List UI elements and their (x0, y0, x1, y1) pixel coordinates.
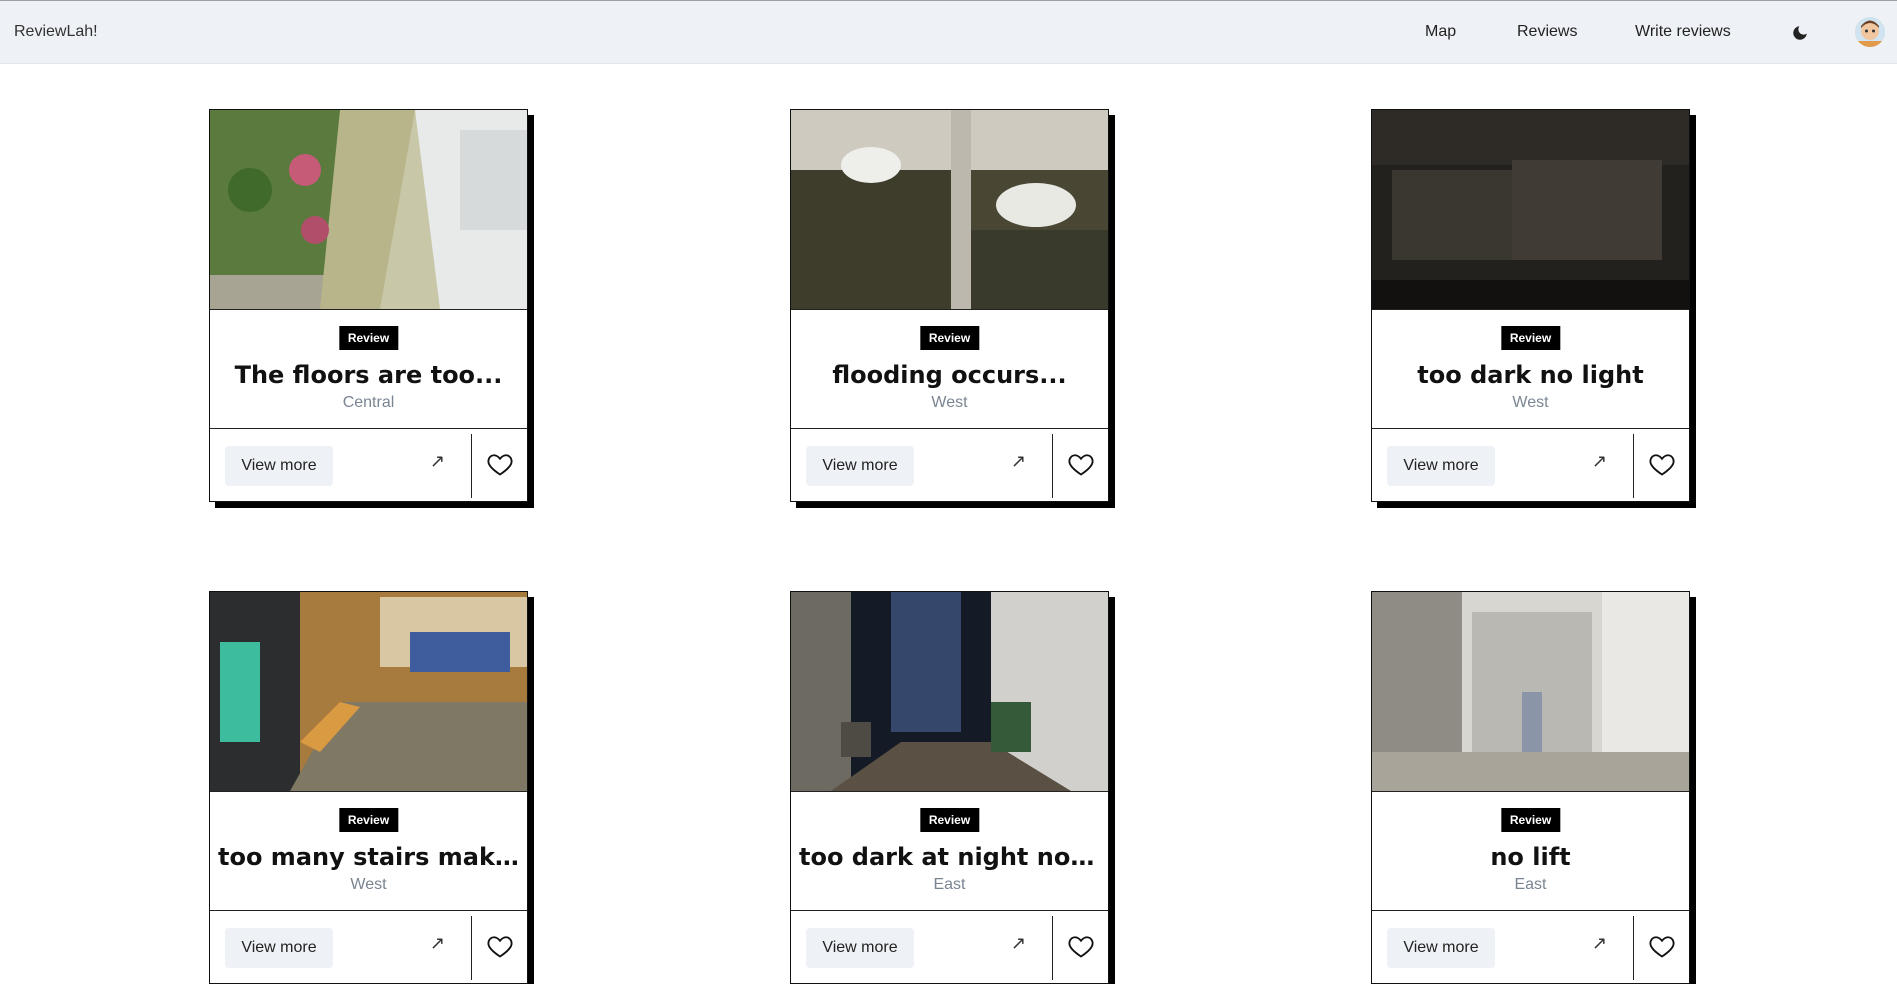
review-image (210, 592, 527, 792)
review-region: West (931, 394, 968, 411)
review-badge: Review (919, 808, 980, 832)
review-region: East (933, 876, 966, 893)
moon-icon[interactable] (1791, 24, 1809, 42)
divider (471, 916, 472, 980)
review-card[interactable]: Review too dark at night not... East Vie… (790, 591, 1109, 984)
view-more-button[interactable]: View more (1387, 446, 1495, 486)
review-card[interactable]: Review flooding occurs... West View more… (790, 109, 1109, 502)
view-more-button[interactable]: View more (225, 446, 333, 486)
heart-icon[interactable] (1067, 450, 1095, 478)
card-actions: View more ↗ (210, 428, 527, 501)
view-more-button[interactable]: View more (806, 928, 914, 968)
review-badge: Review (919, 326, 980, 350)
review-title: too many stairs makin... (218, 843, 519, 871)
review-region: West (350, 876, 387, 893)
review-image (210, 110, 527, 310)
review-card[interactable]: Review too many stairs makin... West Vie… (209, 591, 528, 984)
review-badge: Review (338, 326, 399, 350)
nav-link-reviews[interactable]: Reviews (1517, 23, 1577, 41)
avatar[interactable] (1855, 17, 1885, 47)
divider (471, 434, 472, 498)
nav-link-map[interactable]: Map (1425, 23, 1456, 41)
external-link-icon[interactable]: ↗ (1592, 933, 1607, 954)
card-actions: View more ↗ (1372, 910, 1689, 983)
review-title: no lift (1490, 843, 1571, 871)
heart-icon[interactable] (1067, 932, 1095, 960)
external-link-icon[interactable]: ↗ (430, 451, 445, 472)
review-title: flooding occurs... (832, 361, 1067, 389)
nav-link-write-reviews[interactable]: Write reviews (1635, 23, 1731, 41)
card-actions: View more ↗ (791, 428, 1108, 501)
review-region: Central (342, 394, 395, 411)
review-badge: Review (338, 808, 399, 832)
external-link-icon[interactable]: ↗ (430, 933, 445, 954)
review-title: The floors are too... (234, 361, 503, 389)
heart-icon[interactable] (1648, 450, 1676, 478)
top-navbar: ReviewLah! Map Reviews Write reviews (0, 0, 1897, 64)
heart-icon[interactable] (1648, 932, 1676, 960)
review-region: West (1512, 394, 1549, 411)
review-image (791, 592, 1108, 792)
review-title: too dark no light (1417, 361, 1644, 389)
card-actions: View more ↗ (1372, 428, 1689, 501)
divider (1052, 916, 1053, 980)
external-link-icon[interactable]: ↗ (1592, 451, 1607, 472)
divider (1052, 434, 1053, 498)
review-card[interactable]: Review too dark no light West View more … (1371, 109, 1690, 502)
brand-logo[interactable]: ReviewLah! (14, 23, 98, 41)
divider (1633, 434, 1634, 498)
external-link-icon[interactable]: ↗ (1011, 933, 1026, 954)
card-actions: View more ↗ (791, 910, 1108, 983)
review-image (1372, 592, 1689, 792)
review-badge: Review (1500, 808, 1561, 832)
heart-icon[interactable] (486, 932, 514, 960)
external-link-icon[interactable]: ↗ (1011, 451, 1026, 472)
view-more-button[interactable]: View more (806, 446, 914, 486)
review-badge: Review (1500, 326, 1561, 350)
review-title: too dark at night not... (799, 843, 1100, 871)
divider (1633, 916, 1634, 980)
review-image (791, 110, 1108, 310)
view-more-button[interactable]: View more (225, 928, 333, 968)
review-image (1372, 110, 1689, 310)
review-card[interactable]: Review no lift East View more ↗ (1371, 591, 1690, 984)
review-card[interactable]: Review The floors are too... Central Vie… (209, 109, 528, 502)
card-actions: View more ↗ (210, 910, 527, 983)
heart-icon[interactable] (486, 450, 514, 478)
review-region: East (1514, 876, 1547, 893)
view-more-button[interactable]: View more (1387, 928, 1495, 968)
